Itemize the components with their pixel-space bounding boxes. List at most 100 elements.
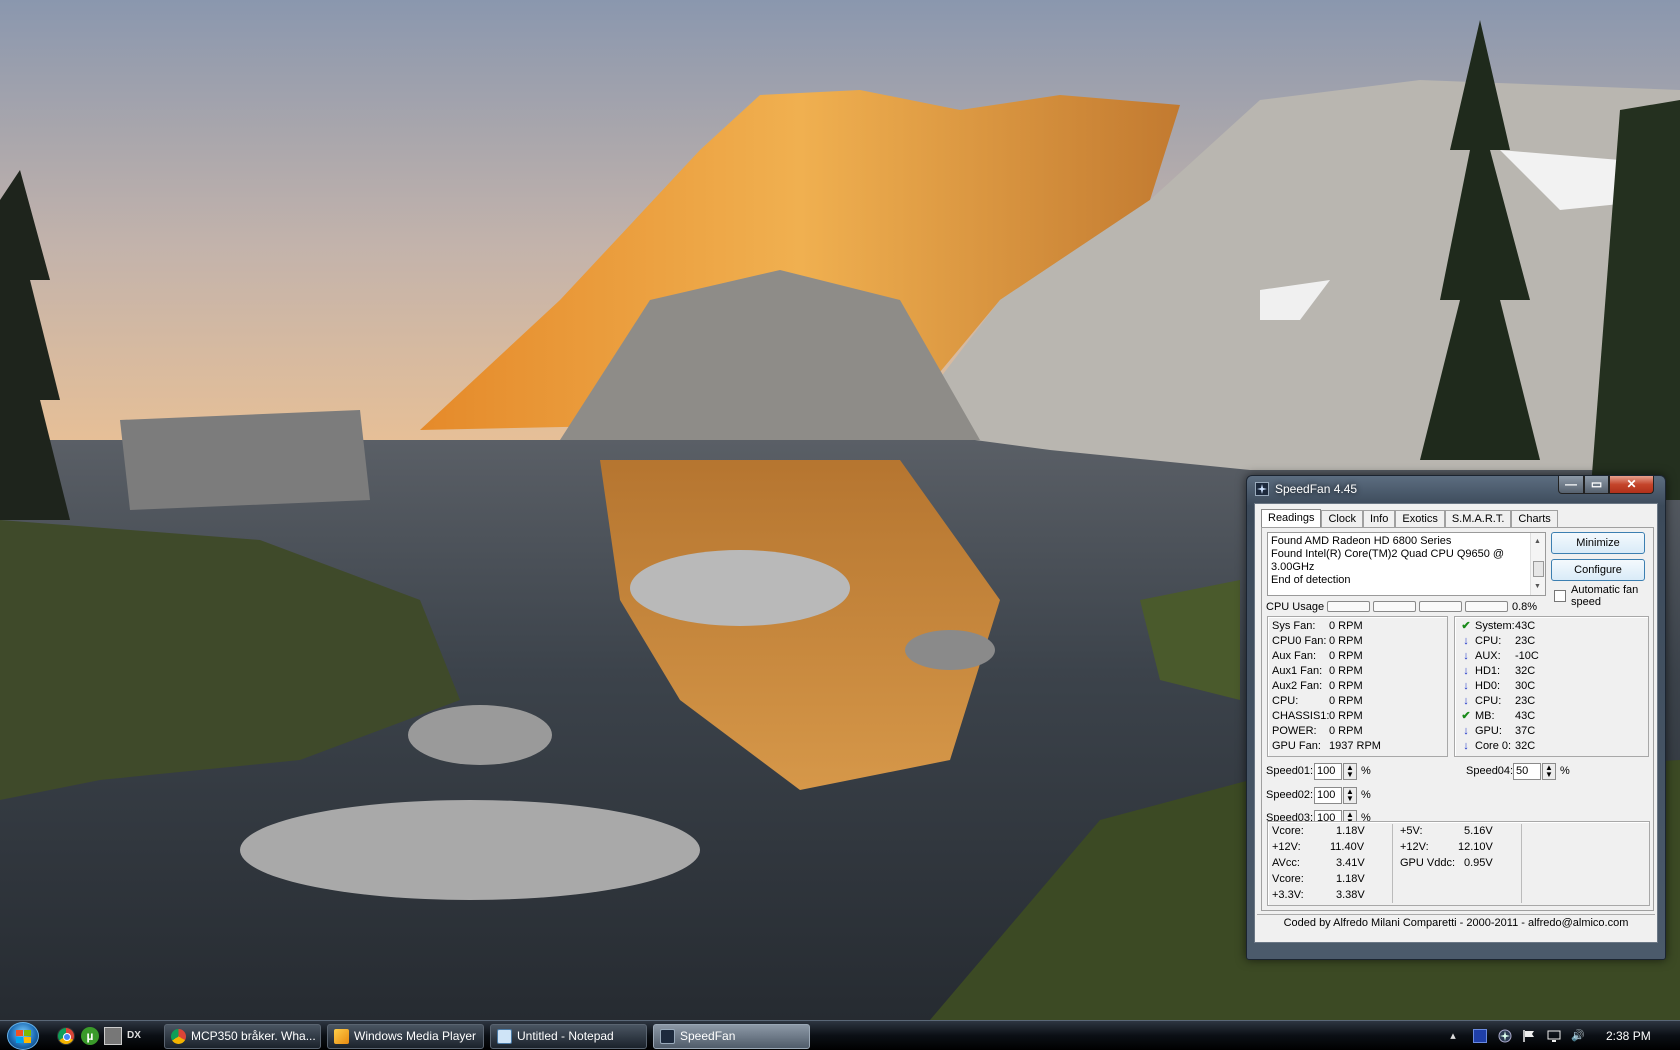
monitor-icon[interactable] <box>1547 1029 1561 1043</box>
fan-value: 0 RPM <box>1329 635 1363 647</box>
flag-icon[interactable] <box>1522 1029 1536 1043</box>
clock[interactable]: 2:38 PM <box>1606 1029 1651 1043</box>
notepad-icon <box>497 1029 512 1044</box>
speed01-input[interactable]: 100 <box>1314 763 1342 780</box>
voltage-label: GPU Vddc: <box>1400 857 1456 869</box>
temp-value: 23C <box>1515 695 1536 707</box>
window-close-button[interactable]: ✕ <box>1609 476 1654 494</box>
down-arrow-icon: ↓ <box>1463 665 1469 677</box>
temp-label: CPU: <box>1475 695 1502 707</box>
temp-label: Core 0: <box>1475 740 1512 752</box>
scroll-thumb[interactable] <box>1533 561 1544 577</box>
taskbar-button-speedfan[interactable]: SpeedFan <box>653 1024 810 1049</box>
temp-value: -10C <box>1515 650 1539 662</box>
taskbar-button-media-player[interactable]: Windows Media Player <box>327 1024 484 1049</box>
tab-readings[interactable]: Readings <box>1261 509 1322 529</box>
fan-label: Aux Fan: <box>1272 650 1317 662</box>
tab-clock[interactable]: Clock <box>1321 510 1363 528</box>
window-minimize-button[interactable]: — <box>1558 476 1584 494</box>
taskbar: µ DX MCP350 bråker. Wha... Windows Media… <box>0 1020 1680 1050</box>
speed01-label: Speed01: <box>1266 765 1314 777</box>
speed02-label: Speed02: <box>1266 789 1314 801</box>
tab-exotics[interactable]: Exotics <box>1395 510 1445 528</box>
voltage-label: Vcore: <box>1272 825 1304 837</box>
cpu-usage-value: 0.8% <box>1512 601 1538 613</box>
log-scrollbar[interactable]: ▲ ▼ <box>1530 533 1545 595</box>
speed04-label: Speed04: <box>1466 765 1514 777</box>
automatic-fan-speed-checkbox[interactable] <box>1554 590 1566 602</box>
windows-logo-icon <box>16 1030 31 1043</box>
down-arrow-icon: ↓ <box>1463 635 1469 647</box>
volume-icon[interactable]: 🔊 <box>1571 1029 1585 1043</box>
temp-value: 43C <box>1515 620 1536 632</box>
voltage-label: +12V: <box>1272 841 1301 853</box>
voltage-value: 3.38V <box>1336 889 1365 901</box>
taskbar-button-chrome[interactable]: MCP350 bråker. Wha... <box>164 1024 321 1049</box>
temp-label: HD0: <box>1475 680 1501 692</box>
voltage-value: 1.18V <box>1336 873 1365 885</box>
voltage-value: 11.40V <box>1330 841 1365 853</box>
configure-button[interactable]: Configure <box>1551 559 1645 581</box>
network-icon[interactable] <box>1473 1029 1487 1043</box>
automatic-fan-speed-label: Automatic fan speed <box>1571 584 1639 608</box>
tab-charts[interactable]: Charts <box>1511 510 1558 528</box>
window-title: SpeedFan 4.45 <box>1275 482 1358 496</box>
scroll-up-icon[interactable]: ▲ <box>1534 535 1541 548</box>
tab-info[interactable]: Info <box>1363 510 1396 528</box>
speedfan-tray-icon[interactable] <box>1498 1029 1512 1043</box>
voltage-label: +5V: <box>1400 825 1423 837</box>
taskbar-button-label: Windows Media Player <box>354 1029 477 1043</box>
automatic-fan-speed-option[interactable]: Automatic fan speed <box>1554 584 1654 608</box>
dx-icon[interactable]: DX <box>127 1027 145 1045</box>
temp-label: HD1: <box>1475 665 1501 677</box>
temp-value: 32C <box>1515 740 1536 752</box>
minimize-button[interactable]: Minimize <box>1551 532 1645 554</box>
check-icon: ✔ <box>1461 710 1471 722</box>
application-icon[interactable] <box>104 1027 122 1045</box>
taskbar-button-label: SpeedFan <box>680 1029 736 1043</box>
cpu-usage-meter <box>1327 601 1508 612</box>
speedfan-icon <box>1255 482 1269 496</box>
speed02-input[interactable]: 100 <box>1314 787 1342 804</box>
window-maximize-button[interactable]: ▭ <box>1584 476 1609 494</box>
temp-value: 30C <box>1515 680 1536 692</box>
speed01-spinner[interactable]: ▲ ▼ <box>1343 763 1357 780</box>
show-hidden-icon[interactable]: ▴ <box>1446 1029 1460 1043</box>
down-arrow-icon: ↓ <box>1463 695 1469 707</box>
log-line: End of detection <box>1271 574 1351 586</box>
fan-value: 0 RPM <box>1329 680 1363 692</box>
utorrent-icon[interactable]: µ <box>81 1027 99 1045</box>
temp-value: 32C <box>1515 665 1536 677</box>
down-arrow-icon: ↓ <box>1463 680 1469 692</box>
speed04-unit: % <box>1560 765 1570 777</box>
voltage-readings: Vcore: 1.18V +12V: 11.40V AVcc: 3.41V Vc… <box>1267 821 1650 906</box>
fan-label: Sys Fan: <box>1272 620 1316 632</box>
speed02-spinner[interactable]: ▲ ▼ <box>1343 787 1357 804</box>
taskbar-button-notepad[interactable]: Untitled - Notepad <box>490 1024 647 1049</box>
fan-label: CPU: <box>1272 695 1299 707</box>
down-arrow-icon: ↓ <box>1463 740 1469 752</box>
cpu-core-bar <box>1327 601 1370 612</box>
tab-smart[interactable]: S.M.A.R.T. <box>1444 510 1512 528</box>
speed04-spinner[interactable]: ▲ ▼ <box>1542 763 1556 780</box>
readings-panel: Found AMD Radeon HD 6800 Series Found In… <box>1261 527 1654 911</box>
start-button[interactable] <box>7 1022 39 1050</box>
voltage-label: +12V: <box>1400 841 1429 853</box>
voltage-value: 5.16V <box>1464 825 1493 837</box>
fan-label: Aux2 Fan: <box>1272 680 1323 692</box>
scroll-down-icon[interactable]: ▼ <box>1534 580 1541 593</box>
down-arrow-icon: ↓ <box>1463 725 1469 737</box>
speed04-input[interactable]: 50 <box>1513 763 1541 780</box>
cpu-core-bar <box>1419 601 1462 612</box>
title-bar[interactable]: SpeedFan 4.45 — ▭ ✕ <box>1247 476 1665 502</box>
cpu-core-bar <box>1465 601 1508 612</box>
voltage-value: 0.95V <box>1464 857 1493 869</box>
fan-readings: Sys Fan: 0 RPM CPU0 Fan: 0 RPM Aux Fan: … <box>1267 616 1448 757</box>
check-icon: ✔ <box>1461 620 1471 632</box>
fan-value: 0 RPM <box>1329 650 1363 662</box>
down-arrow-icon: ↓ <box>1463 650 1469 662</box>
chrome-icon[interactable] <box>57 1027 75 1045</box>
status-bar: Coded by Alfredo Milani Comparetti - 200… <box>1257 914 1655 931</box>
speedfan-window: SpeedFan 4.45 — ▭ ✕ Readings Clock Info … <box>1246 475 1666 960</box>
detection-log[interactable]: Found AMD Radeon HD 6800 Series Found In… <box>1267 532 1546 596</box>
